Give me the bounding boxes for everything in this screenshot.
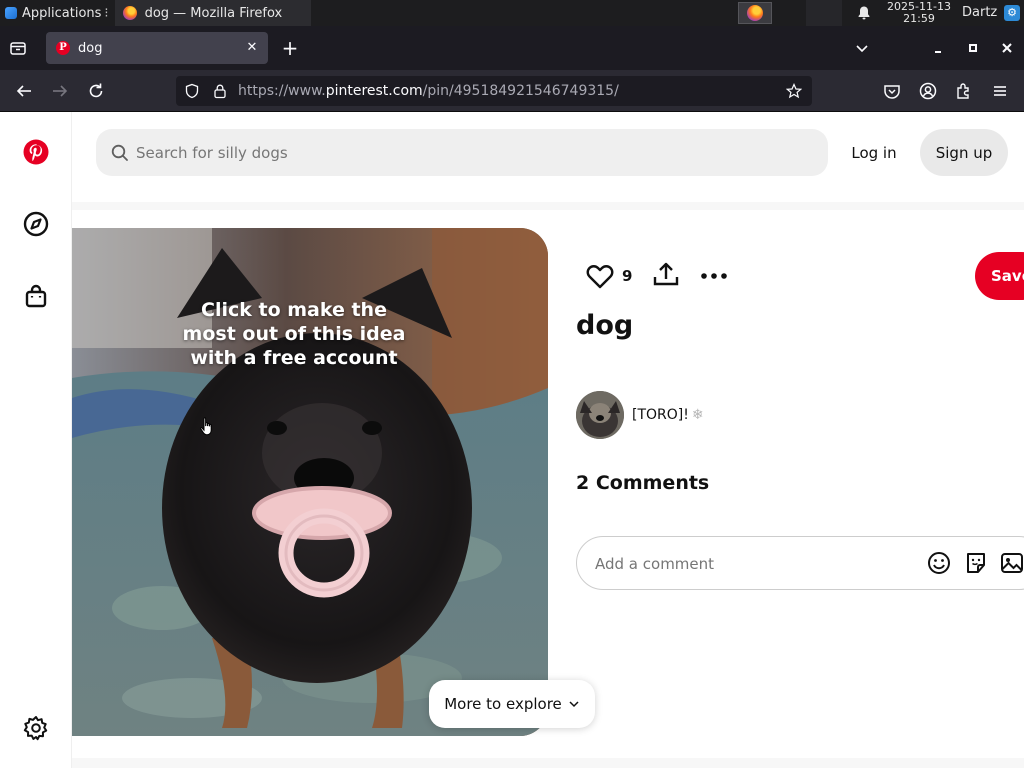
content-bottom-divider bbox=[72, 758, 1024, 768]
applications-menu[interactable]: Applications ⁝ bbox=[0, 0, 109, 26]
pocket-icon[interactable] bbox=[882, 81, 902, 101]
extensions-puzzle-icon[interactable] bbox=[954, 81, 974, 101]
browser-nav-bar: https://www.pinterest.com/pin/4951849215… bbox=[0, 70, 1024, 112]
notification-bell-icon[interactable] bbox=[856, 5, 872, 21]
comments-heading[interactable]: 2 Comments bbox=[576, 472, 709, 494]
shopping-bag-icon[interactable] bbox=[22, 282, 50, 310]
search-bar[interactable] bbox=[96, 129, 828, 176]
clock[interactable]: 2025-11-13 21:59 bbox=[880, 1, 958, 25]
chevron-down-icon bbox=[569, 701, 579, 708]
image-upload-icon[interactable] bbox=[1000, 551, 1024, 575]
menu-grip-icon: ⁝ bbox=[104, 5, 109, 21]
author-name-text: [TORO]! bbox=[632, 407, 689, 423]
reload-icon[interactable] bbox=[86, 81, 106, 101]
pin-image[interactable]: Click to make the most out of this idea … bbox=[72, 228, 548, 736]
tracking-protection-shield-icon[interactable] bbox=[184, 83, 200, 99]
more-to-explore-label: More to explore bbox=[444, 695, 562, 713]
like-count: 9 bbox=[622, 267, 633, 285]
bookmark-star-icon[interactable] bbox=[786, 83, 802, 99]
account-icon[interactable] bbox=[918, 81, 938, 101]
tab-title: dog bbox=[78, 40, 103, 56]
comment-input[interactable] bbox=[595, 552, 915, 576]
sign-up-button[interactable]: Sign up bbox=[920, 129, 1008, 176]
browser-tab-bar: P dog ✕ + bbox=[0, 26, 1024, 70]
taskbar-window-title: dog — Mozilla Firefox bbox=[144, 5, 283, 21]
pinterest-page: Log in Sign up bbox=[0, 112, 1024, 768]
more-to-explore-button[interactable]: More to explore bbox=[429, 680, 595, 728]
author-avatar[interactable] bbox=[576, 391, 624, 439]
clock-time: 21:59 bbox=[903, 12, 935, 25]
hamburger-menu-icon[interactable] bbox=[990, 81, 1010, 101]
log-in-button[interactable]: Log in bbox=[842, 134, 906, 172]
forward-arrow-icon[interactable] bbox=[50, 81, 70, 101]
tab-close-icon[interactable]: ✕ bbox=[244, 40, 260, 56]
new-tab-button[interactable]: + bbox=[280, 38, 300, 58]
window-minimize-icon[interactable] bbox=[928, 38, 948, 58]
emoji-icon[interactable] bbox=[927, 551, 951, 575]
more-options-icon[interactable] bbox=[700, 262, 728, 290]
sticker-icon[interactable] bbox=[964, 551, 988, 575]
url-host: pinterest.com bbox=[325, 83, 423, 99]
pinterest-favicon-icon: P bbox=[56, 41, 70, 55]
firefox-icon bbox=[747, 5, 763, 21]
author-avatar-image bbox=[576, 391, 624, 439]
taskbar-window-firefox[interactable]: dog — Mozilla Firefox bbox=[114, 0, 311, 26]
lock-icon[interactable] bbox=[212, 83, 228, 99]
applications-label: Applications bbox=[22, 5, 102, 21]
comment-box[interactable] bbox=[576, 536, 1024, 590]
pinterest-logo-icon[interactable] bbox=[22, 138, 50, 166]
firefox-view-icon[interactable] bbox=[8, 38, 28, 58]
firefox-icon bbox=[122, 6, 137, 20]
user-name[interactable]: Dartz bbox=[962, 5, 997, 20]
signup-prompt-overlay[interactable]: Click to make the most out of this idea … bbox=[176, 298, 412, 370]
back-arrow-icon[interactable] bbox=[14, 81, 34, 101]
content-top-divider bbox=[72, 202, 1024, 210]
pin-title: dog bbox=[576, 310, 634, 341]
like-heart-icon[interactable] bbox=[586, 263, 614, 289]
save-button[interactable]: Save bbox=[975, 252, 1024, 300]
settings-gear-icon[interactable] bbox=[22, 714, 50, 742]
search-input[interactable] bbox=[136, 141, 796, 165]
browser-tab-active[interactable]: P dog ✕ bbox=[46, 32, 268, 64]
user-menu-icon[interactable]: ⚙ bbox=[1004, 5, 1020, 21]
share-upload-icon[interactable] bbox=[652, 261, 680, 289]
list-all-tabs-chevron-icon[interactable] bbox=[852, 38, 872, 58]
workspace-empty[interactable] bbox=[806, 0, 842, 26]
workspace-firefox-thumb[interactable] bbox=[738, 2, 772, 24]
url-bar[interactable]: https://www.pinterest.com/pin/4951849215… bbox=[176, 76, 812, 106]
os-taskbar: Applications ⁝ dog — Mozilla Firefox 202… bbox=[0, 0, 1024, 26]
author-badge-icon: ❄ bbox=[691, 407, 704, 423]
left-sidebar bbox=[0, 112, 72, 768]
url-prefix: https://www. bbox=[238, 83, 326, 99]
explore-compass-icon[interactable] bbox=[22, 210, 50, 238]
url-text[interactable]: https://www.pinterest.com/pin/4951849215… bbox=[238, 83, 619, 99]
applications-icon bbox=[4, 6, 18, 20]
window-maximize-icon[interactable] bbox=[963, 38, 983, 58]
author-name[interactable]: [TORO]! ❄ bbox=[632, 407, 704, 423]
search-icon bbox=[111, 144, 128, 161]
url-path: /pin/495184921546749315/ bbox=[422, 83, 619, 99]
window-close-icon[interactable] bbox=[997, 38, 1017, 58]
